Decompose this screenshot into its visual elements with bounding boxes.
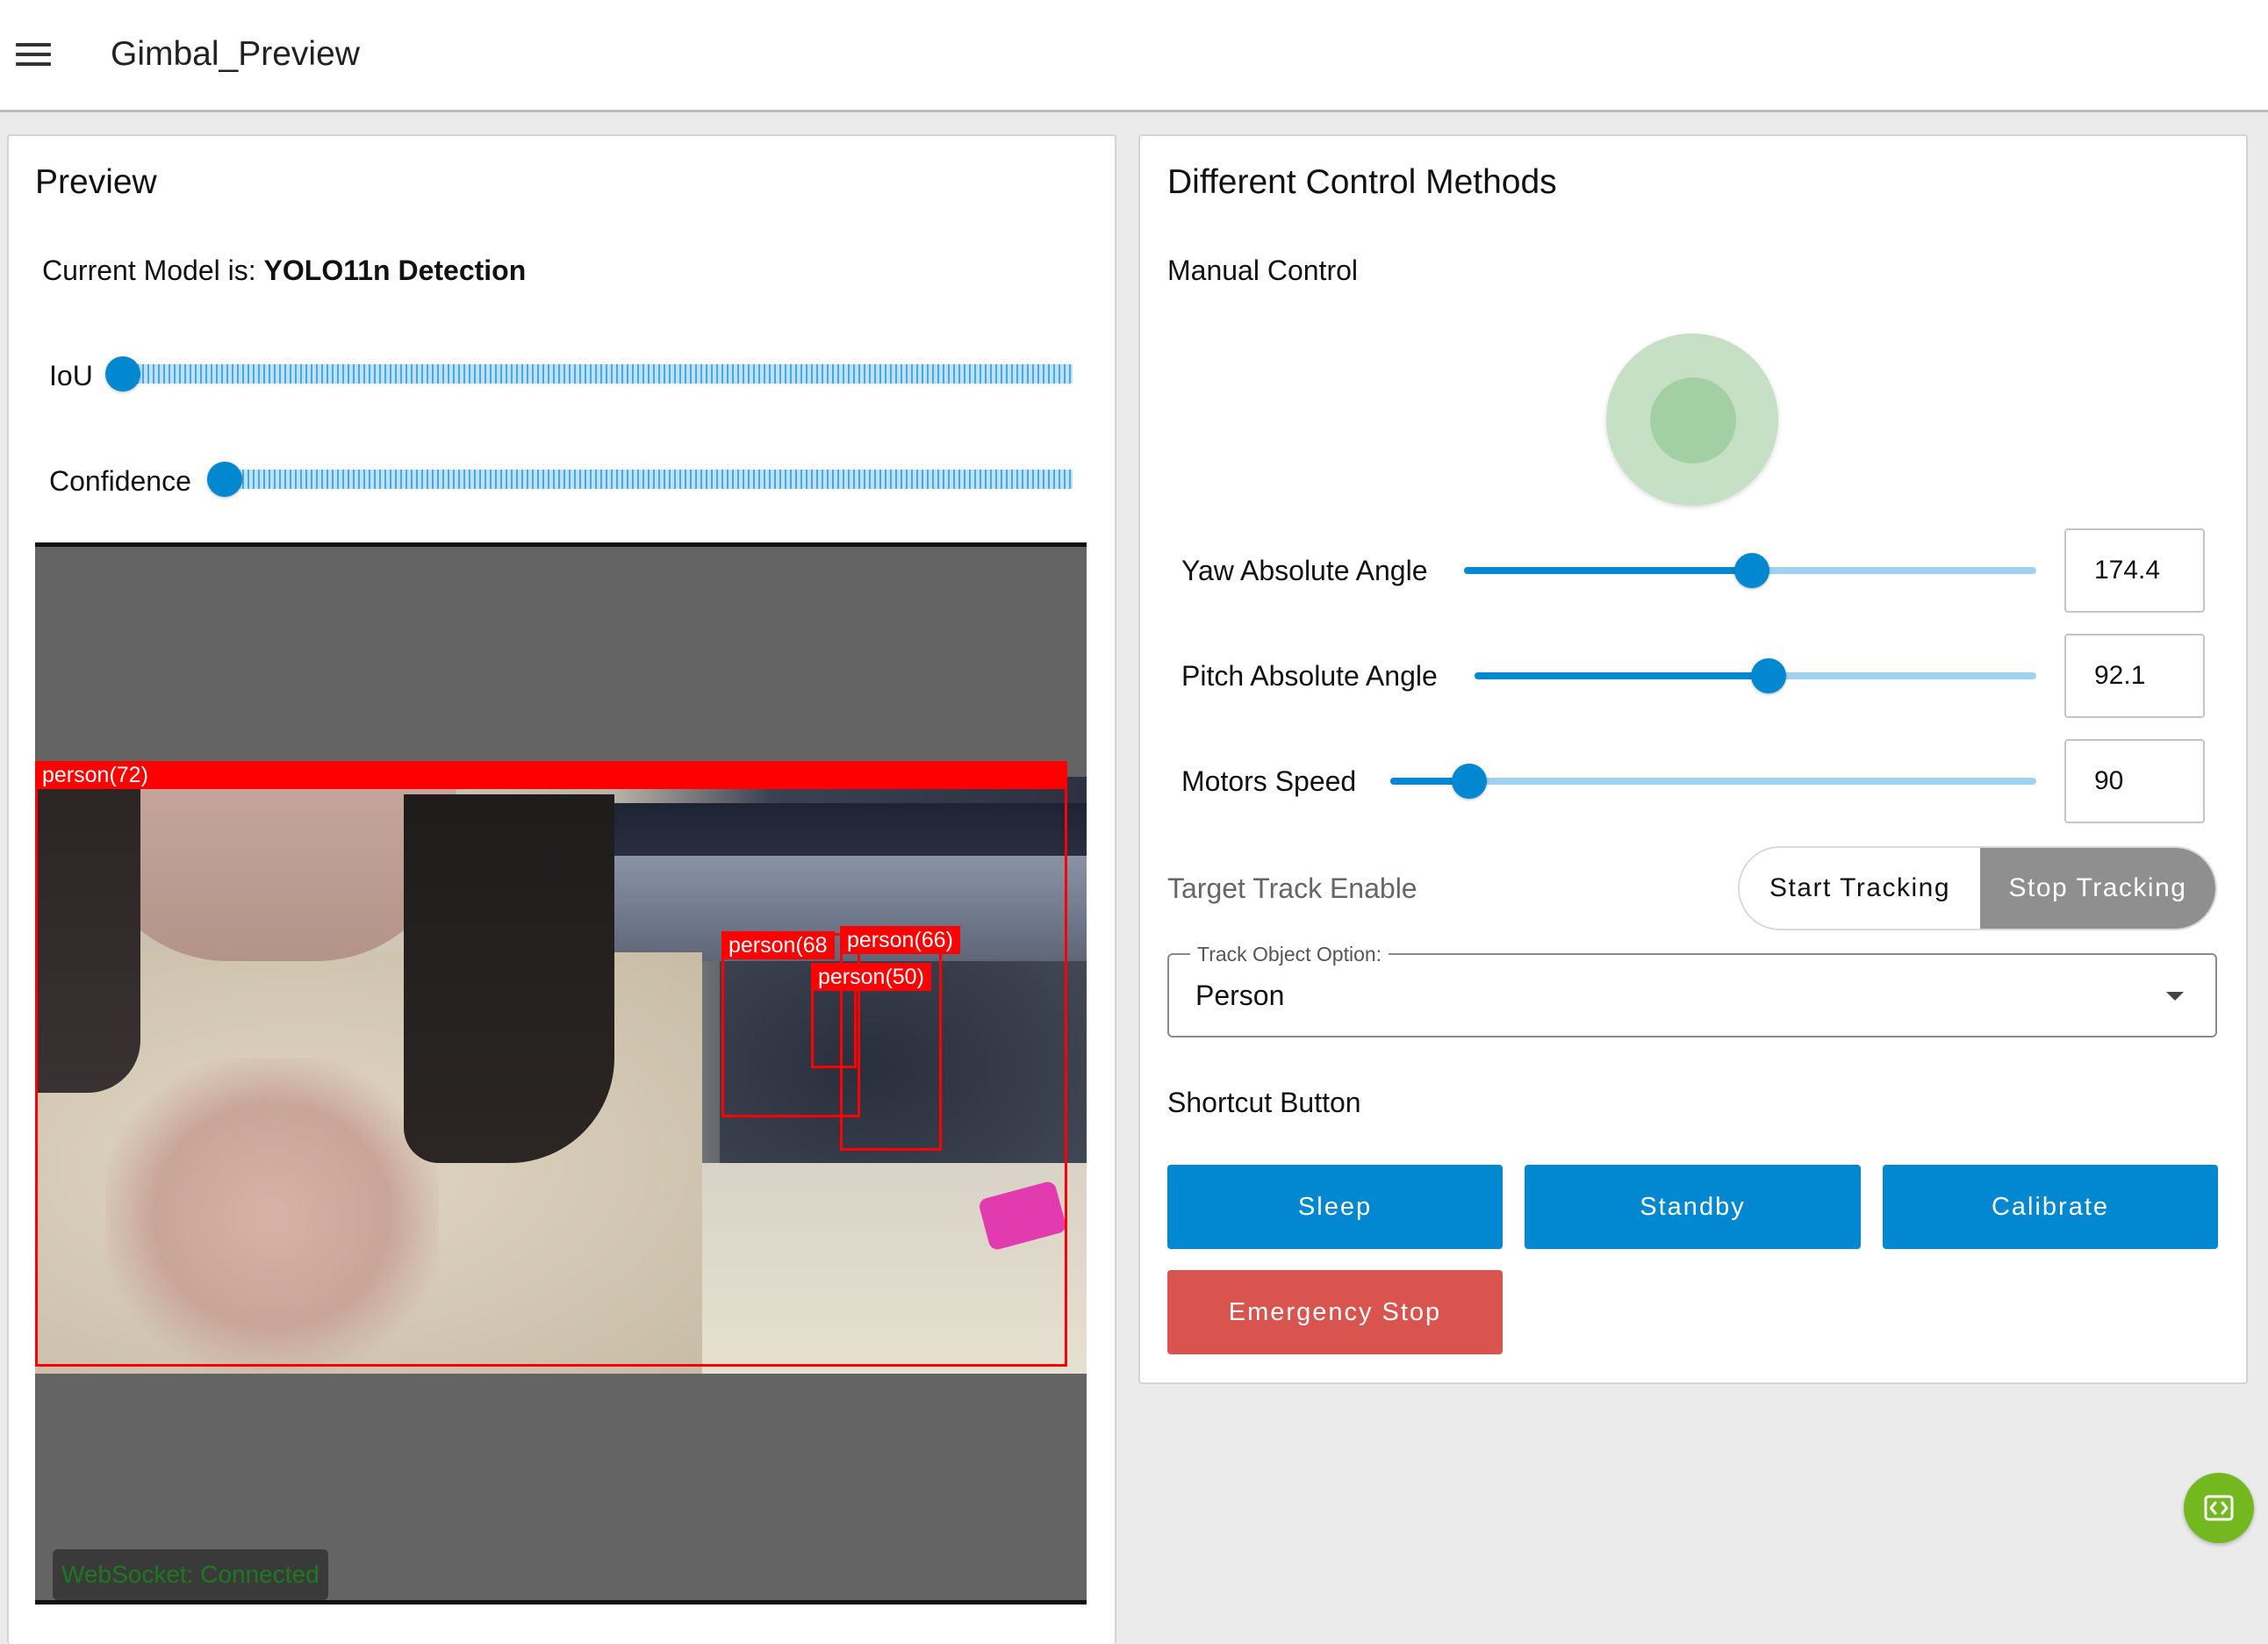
iou-label: IoU <box>49 360 93 391</box>
stop-tracking-button[interactable]: Stop Tracking <box>1979 848 2215 929</box>
iou-slider-track[interactable] <box>132 364 1073 384</box>
yaw-value-input[interactable]: 174.4 <box>2064 528 2205 613</box>
app-bar: Gimbal_Preview <box>0 0 2268 112</box>
start-tracking-button[interactable]: Start Tracking <box>1740 848 1980 929</box>
yaw-label: Yaw Absolute Angle <box>1181 555 1428 586</box>
tracking-toggle-group: Start Tracking Stop Tracking <box>1738 846 2217 930</box>
track-object-legend: Track Object Option: <box>1190 943 1389 966</box>
shortcut-button-label: Shortcut Button <box>1167 1087 1361 1118</box>
control-title: Different Control Methods <box>1167 163 1557 201</box>
motors-speed-slider-thumb[interactable] <box>1452 764 1487 799</box>
video-preview: person(72) person(68 person(66) person(5… <box>35 542 1087 1605</box>
motors-speed-label: Motors Speed <box>1181 765 1357 797</box>
detection-label: person(68 <box>721 931 835 959</box>
detection-label: person(66) <box>840 926 960 954</box>
iou-slider-thumb[interactable] <box>105 356 140 391</box>
pitch-slider-thumb[interactable] <box>1751 658 1786 693</box>
websocket-status: WebSocket: Connected <box>53 1549 328 1600</box>
target-track-enable-label: Target Track Enable <box>1167 872 1418 904</box>
detection-label: person(72) <box>35 761 1067 789</box>
app-title: Gimbal_Preview <box>111 35 360 73</box>
model-name: YOLO11n Detection <box>263 255 527 286</box>
current-model-line: Current Model is: YOLO11n Detection <box>42 255 526 287</box>
chevron-down-icon <box>2166 992 2184 1001</box>
pitch-label: Pitch Absolute Angle <box>1181 660 1438 692</box>
detection-label: person(50) <box>811 963 931 991</box>
motors-speed-slider-track[interactable] <box>1390 778 2036 785</box>
sleep-button[interactable]: Sleep <box>1167 1165 1503 1249</box>
track-object-value: Person <box>1195 980 1285 1011</box>
manual-control-label: Manual Control <box>1167 255 1358 286</box>
pitch-value-input[interactable]: 92.1 <box>2064 634 2205 718</box>
model-prefix: Current Model is: <box>42 255 264 286</box>
track-object-select[interactable]: Track Object Option: Person <box>1167 943 2217 1037</box>
code-view-fab[interactable] <box>2184 1473 2254 1543</box>
calibrate-button[interactable]: Calibrate <box>1883 1165 2218 1249</box>
motors-speed-value-input[interactable]: 90 <box>2064 739 2205 823</box>
confidence-slider-thumb[interactable] <box>207 462 242 497</box>
confidence-slider-track[interactable] <box>237 470 1073 489</box>
standby-button[interactable]: Standby <box>1525 1165 1861 1249</box>
joystick-handle[interactable] <box>1650 377 1736 463</box>
confidence-label: Confidence <box>49 465 191 497</box>
emergency-stop-button[interactable]: Emergency Stop <box>1167 1270 1503 1354</box>
preview-title: Preview <box>35 163 157 201</box>
code-icon <box>2204 1495 2234 1521</box>
yaw-slider-thumb[interactable] <box>1734 553 1769 588</box>
hamburger-menu-icon[interactable] <box>16 43 51 69</box>
